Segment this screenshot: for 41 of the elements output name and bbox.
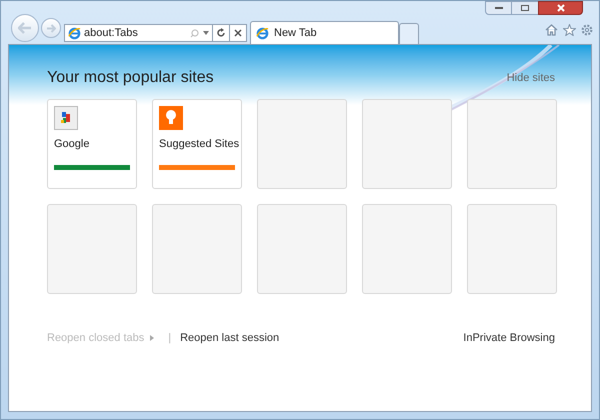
search-icon[interactable] bbox=[190, 28, 199, 38]
empty-tile[interactable] bbox=[362, 204, 452, 294]
close-button[interactable] bbox=[538, 1, 583, 15]
address-field[interactable]: about:Tabs bbox=[64, 24, 213, 42]
separator: | bbox=[168, 331, 172, 346]
new-tab-button[interactable] bbox=[399, 23, 419, 44]
refresh-icon bbox=[216, 28, 226, 38]
site-icon bbox=[54, 106, 78, 130]
caret-icon bbox=[150, 335, 154, 342]
empty-tile[interactable] bbox=[257, 204, 347, 294]
forward-button[interactable] bbox=[41, 18, 61, 38]
hide-sites-link[interactable]: Hide sites bbox=[506, 70, 555, 86]
reopen-last-session-link[interactable]: Reopen last session bbox=[180, 330, 280, 346]
empty-tile[interactable] bbox=[152, 204, 242, 294]
ie-logo-icon bbox=[256, 26, 269, 40]
dropdown-caret-icon[interactable] bbox=[203, 31, 209, 35]
home-icon[interactable] bbox=[545, 24, 558, 36]
inprivate-browsing-link[interactable]: InPrivate Browsing bbox=[463, 330, 555, 346]
site-tile[interactable]: Google bbox=[47, 99, 137, 189]
back-button[interactable] bbox=[11, 14, 39, 42]
lightbulb-icon bbox=[159, 106, 183, 130]
minimize-button[interactable] bbox=[485, 1, 512, 15]
back-arrow-icon bbox=[18, 22, 32, 34]
maximize-button[interactable] bbox=[512, 1, 538, 15]
refresh-button[interactable] bbox=[213, 24, 230, 42]
empty-tile[interactable] bbox=[467, 99, 557, 189]
empty-tile[interactable] bbox=[257, 99, 347, 189]
close-icon bbox=[234, 29, 242, 37]
empty-tile[interactable] bbox=[47, 204, 137, 294]
empty-tile[interactable] bbox=[362, 99, 452, 189]
close-icon bbox=[556, 4, 564, 12]
address-text: about:Tabs bbox=[84, 26, 139, 41]
section-heading: Your most popular sites bbox=[47, 68, 214, 88]
stop-button[interactable] bbox=[230, 24, 247, 42]
browser-tab[interactable]: New Tab bbox=[250, 21, 399, 44]
star-icon[interactable] bbox=[563, 24, 576, 36]
empty-tile[interactable] bbox=[467, 204, 557, 294]
forward-arrow-icon bbox=[46, 24, 56, 32]
settings-icon[interactable] bbox=[581, 24, 593, 36]
ie-logo-icon bbox=[68, 26, 81, 40]
site-tile[interactable]: Suggested Sites bbox=[152, 99, 242, 189]
